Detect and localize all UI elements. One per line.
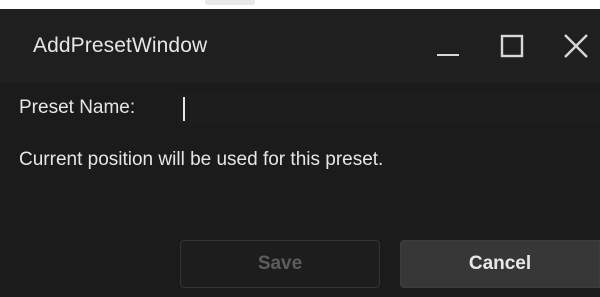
save-button[interactable]: Save: [180, 240, 380, 288]
close-button[interactable]: [546, 9, 600, 83]
maximize-icon: [500, 34, 524, 58]
close-icon: [563, 33, 589, 59]
preset-dialog: AddPresetWindow Preset Name: Current pos…: [0, 0, 600, 297]
preset-name-row: Preset Name:: [0, 90, 600, 126]
preset-name-label: Preset Name:: [19, 97, 136, 118]
cancel-button[interactable]: Cancel: [400, 240, 600, 288]
info-text: Current position will be used for this p…: [19, 149, 384, 170]
top-strip: [0, 0, 600, 9]
maximize-button[interactable]: [482, 9, 542, 83]
title-bar[interactable]: AddPresetWindow: [0, 9, 600, 83]
window-title: AddPresetWindow: [33, 34, 208, 57]
preset-name-input[interactable]: [178, 92, 600, 124]
top-strip-notch: [205, 0, 255, 5]
dialog-content: Preset Name: Current position will be us…: [0, 83, 600, 297]
text-caret: [183, 97, 185, 121]
minimize-button[interactable]: [418, 9, 478, 83]
minimize-icon: [436, 34, 460, 58]
